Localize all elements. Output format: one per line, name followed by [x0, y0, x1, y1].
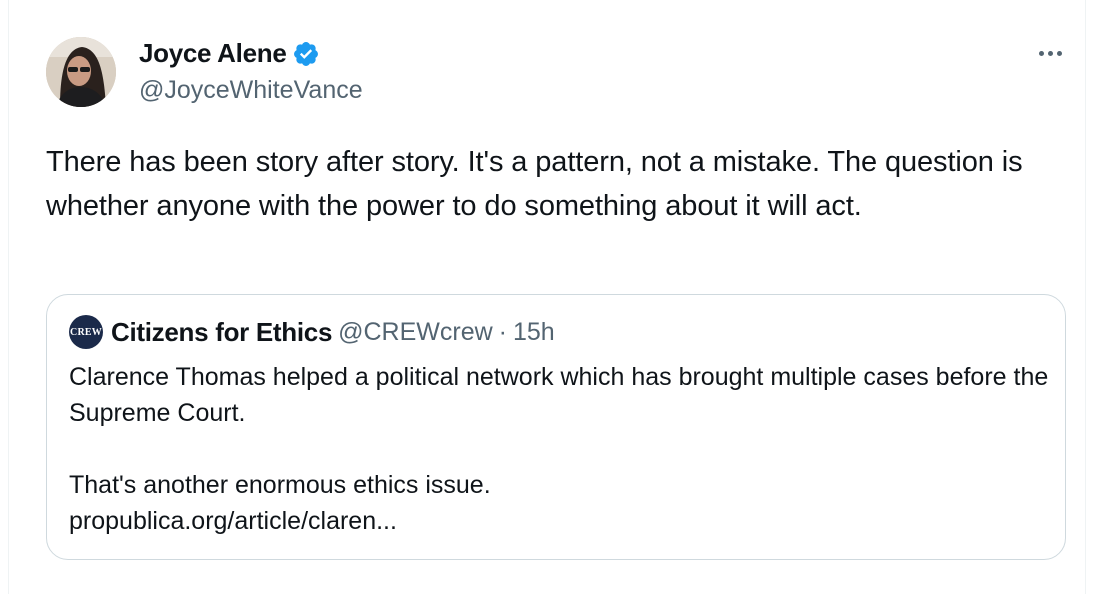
tweet-card: Joyce Alene @JoyceWhiteVance There has b…	[8, 0, 1086, 594]
more-dot	[1047, 50, 1053, 56]
author-display-name[interactable]: Joyce Alene	[139, 38, 287, 69]
quoted-tweet-header: CREW Citizens for Ethics @CREWcrew · 15h	[69, 315, 555, 349]
crew-logo-text: CREW	[70, 326, 102, 338]
tweet-text: There has been story after story. It's a…	[46, 146, 1023, 222]
quoted-paragraph-1: Clarence Thomas helped a political netwo…	[69, 363, 1049, 427]
more-options-icon[interactable]	[1033, 38, 1067, 68]
avatar-image	[46, 37, 116, 107]
more-dot	[1056, 50, 1062, 56]
quoted-tweet[interactable]: CREW Citizens for Ethics @CREWcrew · 15h…	[46, 294, 1066, 560]
author-handle[interactable]: @JoyceWhiteVance	[139, 76, 363, 105]
verified-badge-icon[interactable]	[292, 40, 320, 68]
quoted-timestamp[interactable]: 15h	[513, 318, 555, 347]
quoted-handle[interactable]: @CREWcrew	[338, 318, 493, 347]
quoted-link[interactable]: propublica.org/article/claren...	[69, 507, 397, 535]
crew-logo-avatar[interactable]: CREW	[69, 315, 103, 349]
quoted-display-name[interactable]: Citizens for Ethics	[111, 317, 332, 348]
quoted-paragraph-2: That's another enormous ethics issue.	[69, 471, 491, 499]
quoted-tweet-text: Clarence Thomas helped a political netwo…	[69, 359, 1049, 539]
author-avatar[interactable]	[46, 37, 116, 107]
more-dot	[1038, 50, 1044, 56]
quoted-separator: ·	[498, 317, 507, 346]
author-name-row: Joyce Alene	[139, 38, 320, 69]
